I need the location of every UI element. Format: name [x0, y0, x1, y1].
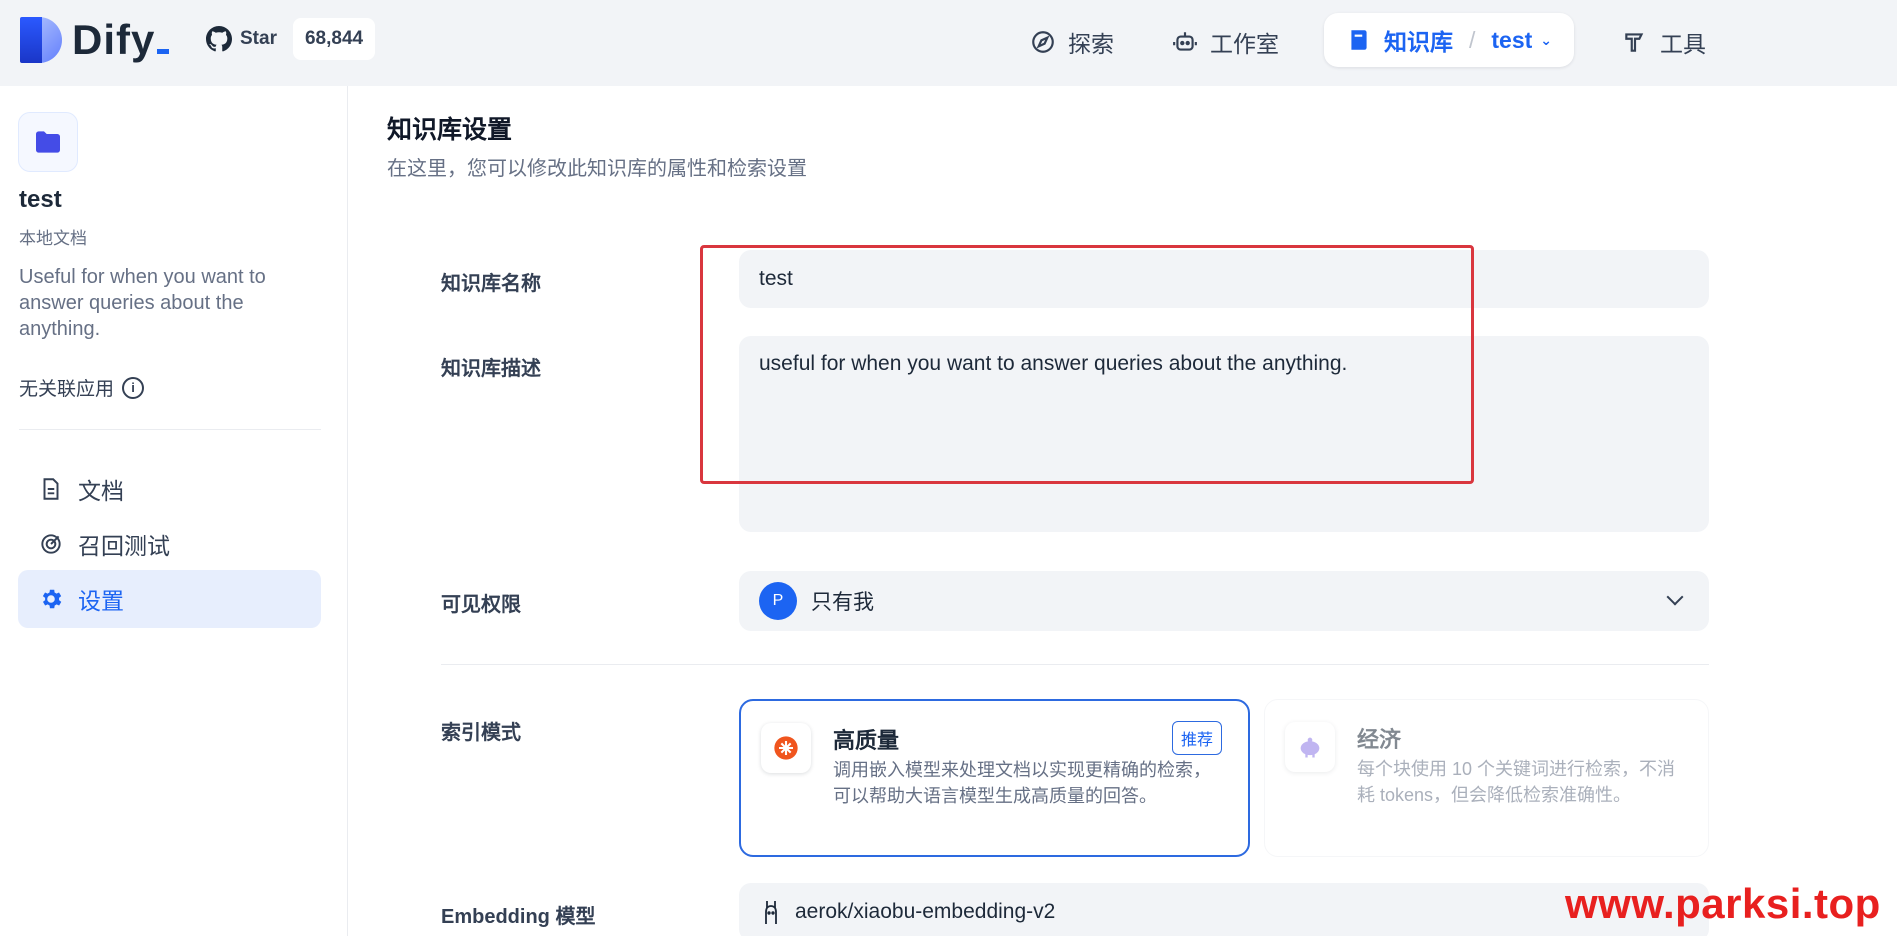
embedding-model-label: Embedding 模型	[441, 906, 596, 928]
nav-explore-label: 探索	[1068, 31, 1114, 57]
chevron-down-icon[interactable]: ⌄	[1540, 32, 1552, 49]
section-divider	[441, 664, 1709, 665]
nav-explore[interactable]: 探索	[1030, 18, 1114, 66]
nav-separator: /	[1469, 26, 1476, 53]
recommended-badge: 推荐	[1171, 721, 1222, 755]
index-high-quality-option[interactable]: 高质量 推荐 调用嵌入模型来处理文档以实现更精确的检索，可以帮助大语言模型生成高…	[739, 699, 1250, 857]
permission-select[interactable]: P 只有我	[739, 571, 1709, 631]
github-icon	[206, 26, 232, 52]
brand-name: Dify	[72, 16, 170, 64]
dataset-description-textarea[interactable]: useful for when you want to answer queri…	[739, 336, 1709, 532]
description-label: 知识库描述	[441, 358, 541, 380]
nav-knowledge-label: 知识库	[1384, 29, 1453, 55]
dataset-name: test	[19, 186, 62, 213]
settings-main: 知识库设置 在这里，您可以修改此知识库的属性和检索设置 知识库名称 test 知…	[349, 86, 1897, 936]
permission-label: 可见权限	[441, 594, 521, 616]
related-apps: 无关联应用 i	[19, 374, 145, 401]
page-subtitle: 在这里，您可以修改此知识库的属性和检索设置	[387, 158, 807, 180]
dataset-description: Useful for when you want to answer queri…	[19, 266, 266, 340]
hammer-icon	[1625, 33, 1644, 52]
avatar: P	[759, 582, 797, 620]
sidebar-item-label: 文档	[78, 478, 124, 504]
dataset-name-input[interactable]: test	[739, 250, 1709, 308]
sidebar-divider	[19, 429, 321, 430]
github-star-label: Star	[240, 28, 277, 49]
economy-desc: 每个块使用 10 个关键词进行检索，不消耗 tokens，但会降低检索准确性。	[1357, 759, 1676, 805]
nav-tools-label: 工具	[1660, 31, 1706, 57]
nav-studio[interactable]: 工作室	[1172, 18, 1279, 66]
dataset-icon	[18, 112, 78, 172]
github-star-button[interactable]: Star 68,844	[206, 18, 376, 60]
index-mode-label: 索引模式	[441, 722, 521, 744]
watermark: www.parksi.top	[1565, 880, 1881, 927]
folder-icon	[36, 131, 60, 153]
embedding-model-value: aerok/xiaobu-embedding-v2	[795, 900, 1056, 923]
dataset-sidebar: test 本地文档 Useful for when you want to an…	[0, 86, 348, 936]
github-star-count: 68,844	[292, 18, 376, 60]
dify-logo-mark	[20, 17, 62, 63]
high-quality-desc: 调用嵌入模型来处理文档以实现更精确的检索，可以帮助大语言模型生成高质量的回答。	[833, 760, 1211, 806]
sidebar-item-label: 设置	[78, 588, 124, 614]
nav-knowledge[interactable]: 知识库 / test ⌄	[1324, 13, 1575, 67]
top-nav: Dify Star 68,844 探索 工作室 知识库 / test ⌄ 工具	[0, 0, 1897, 86]
sidebar-item-hit-testing[interactable]: 召回测试	[18, 515, 321, 573]
gear-icon	[42, 589, 62, 609]
embedding-model-select[interactable]: aerok/xiaobu-embedding-v2	[739, 883, 1709, 936]
sidebar-item-documents[interactable]: 文档	[18, 460, 321, 518]
related-apps-label: 无关联应用	[19, 379, 115, 400]
sidebar-item-label: 召回测试	[78, 533, 170, 559]
book-icon	[1351, 30, 1367, 50]
page-title: 知识库设置	[387, 116, 513, 144]
permission-value: 只有我	[811, 591, 874, 614]
info-icon[interactable]: i	[122, 376, 145, 399]
nav-dataset-selector[interactable]: test	[1491, 27, 1532, 54]
piggy-bank-icon	[1285, 722, 1335, 772]
dify-logo[interactable]: Dify	[20, 16, 170, 64]
nav-tools[interactable]: 工具	[1622, 18, 1706, 66]
robot-icon	[1173, 32, 1197, 51]
high-quality-title: 高质量	[833, 728, 900, 753]
target-icon	[41, 534, 61, 554]
high-quality-icon	[761, 723, 811, 773]
nav-studio-label: 工作室	[1210, 31, 1279, 57]
dataset-type: 本地文档	[19, 229, 87, 248]
document-icon	[43, 478, 59, 500]
index-economy-option[interactable]: 经济 每个块使用 10 个关键词进行检索，不消耗 tokens，但会降低检索准确…	[1264, 699, 1709, 857]
chevron-down-icon	[1666, 588, 1684, 606]
economy-title: 经济	[1357, 727, 1402, 752]
name-label: 知识库名称	[441, 273, 541, 295]
compass-icon	[1032, 31, 1054, 53]
sidebar-item-settings[interactable]: 设置	[18, 570, 321, 628]
ollama-icon	[765, 901, 777, 924]
